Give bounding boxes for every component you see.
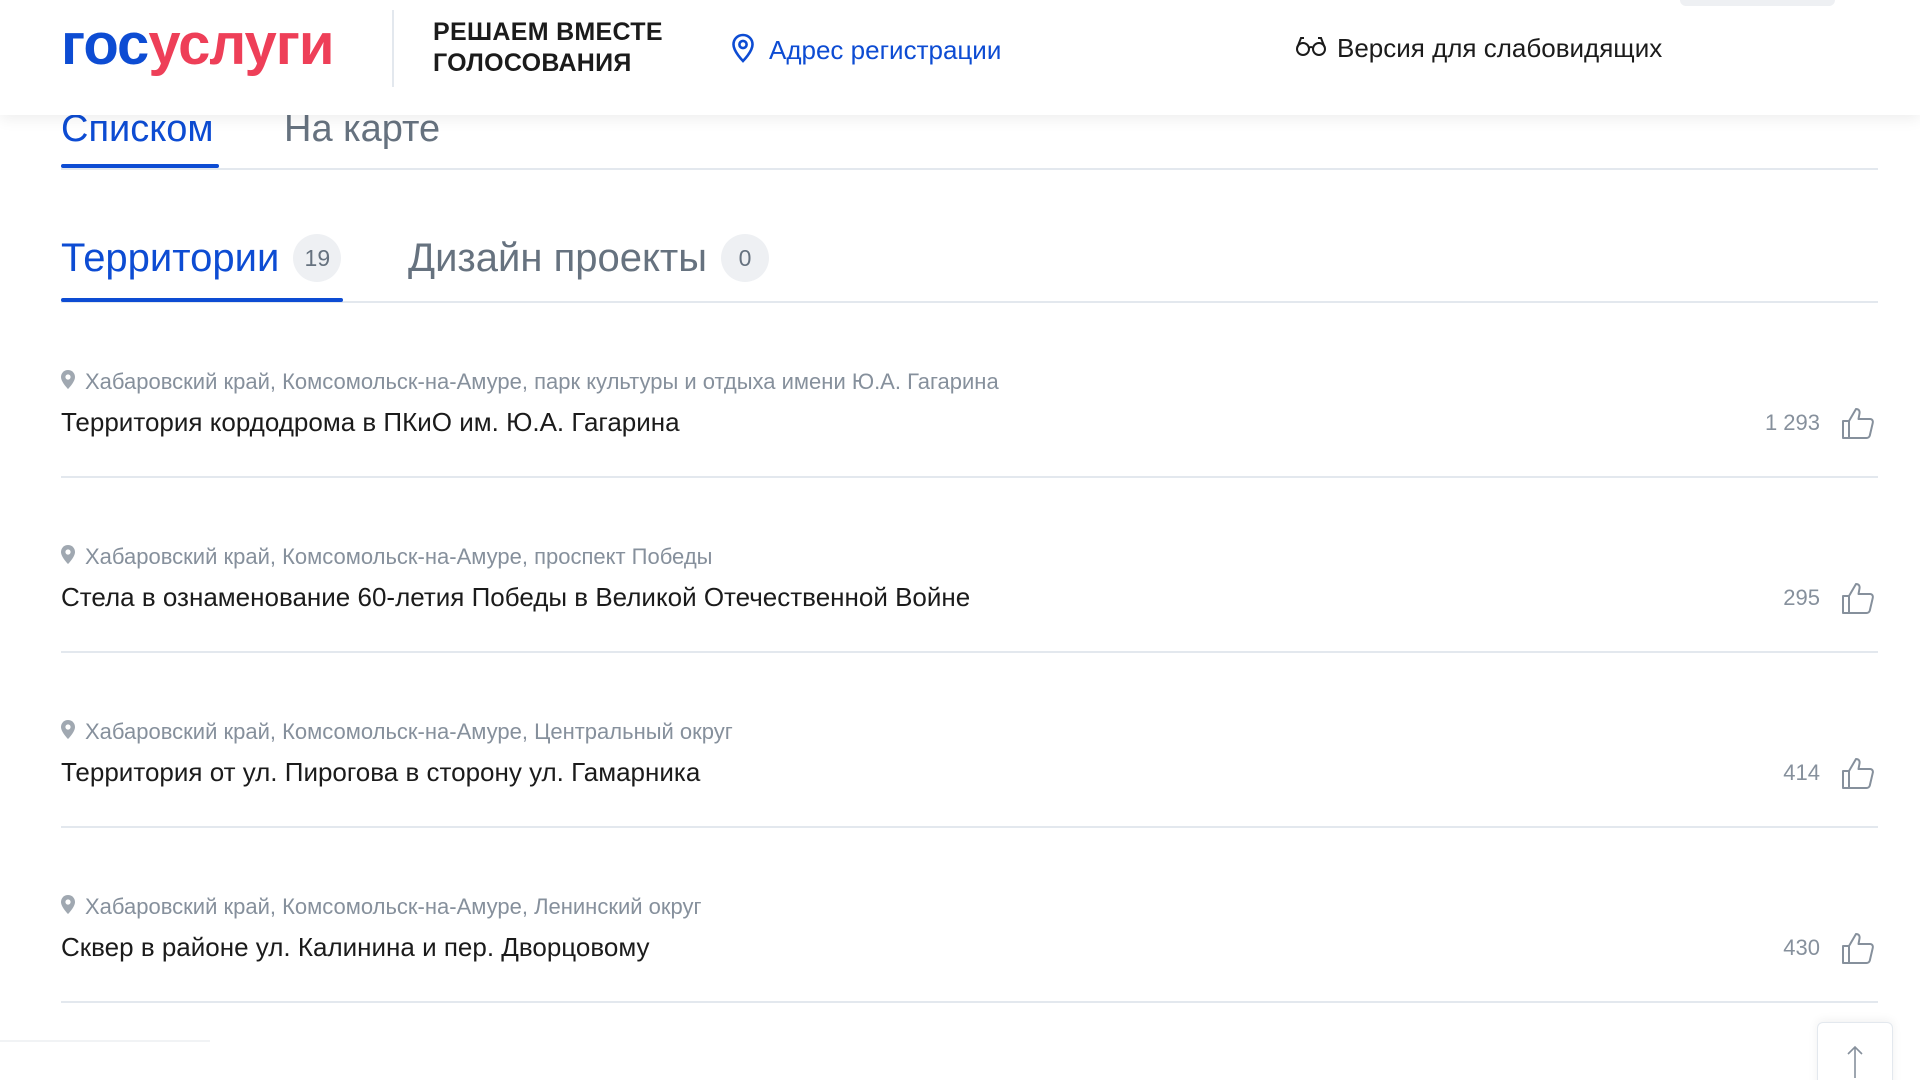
list-item[interactable]: Хабаровский край, Комсомольск-на-Амуре, …: [61, 478, 1878, 653]
registration-address-label: Адрес регистрации: [769, 35, 1002, 65]
item-location: Хабаровский край, Комсомольск-на-Амуре, …: [61, 544, 712, 570]
item-location-text: Хабаровский край, Комсомольск-на-Амуре, …: [85, 719, 733, 744]
item-location: Хабаровский край, Комсомольск-на-Амуре, …: [61, 719, 733, 745]
vote-count: 1 293: [1764, 410, 1820, 435]
vote-count: 414: [1783, 760, 1820, 785]
category-tabs: Территории 19 Дизайн проекты 0: [61, 228, 1878, 303]
item-location-text: Хабаровский край, Комсомольск-на-Амуре, …: [85, 544, 713, 569]
thumbs-up-icon[interactable]: [1838, 753, 1878, 793]
item-location: Хабаровский край, Комсомольск-на-Амуре, …: [61, 894, 702, 920]
list-item[interactable]: Хабаровский край, Комсомольск-на-Амуре, …: [61, 828, 1878, 1003]
gosuslugi-logo[interactable]: госуслуги: [61, 10, 335, 80]
item-title[interactable]: Стела в ознаменование 60-летия Победы в …: [61, 582, 970, 613]
tab-territories-label: Территории: [61, 235, 280, 280]
territories-count-badge: 19: [293, 234, 342, 282]
item-location: Хабаровский край, Комсомольск-на-Амуре, …: [61, 369, 999, 395]
tab-territories[interactable]: Территории 19: [61, 234, 342, 282]
footer-edge: [0, 1040, 210, 1042]
list-item[interactable]: Хабаровский край, Комсомольск-на-Амуре, …: [61, 653, 1878, 828]
item-title[interactable]: Сквер в районе ул. Калинина и пер. Дворц…: [61, 932, 650, 963]
slogan-line-2: ГОЛОСОВАНИЯ: [433, 49, 632, 77]
location-pin-icon: [731, 33, 755, 68]
vote-count: 430: [1783, 935, 1820, 960]
location-pin-icon: [61, 720, 75, 744]
thumbs-up-icon[interactable]: [1838, 403, 1878, 443]
list-item[interactable]: Хабаровский край, Комсомольск-на-Амуре, …: [61, 303, 1878, 478]
tab-design-projects[interactable]: Дизайн проекты 0: [408, 234, 769, 282]
vote-count: 295: [1783, 585, 1820, 610]
scroll-to-top-button[interactable]: [1817, 1022, 1893, 1080]
registration-address-link[interactable]: Адрес регистрации: [731, 33, 1001, 68]
item-title[interactable]: Территория кордодрома в ПКиО им. Ю.А. Га…: [61, 407, 680, 438]
item-votes: 430: [1783, 928, 1878, 968]
header-top-pill: [1680, 0, 1835, 6]
logo-part-gos: гос: [61, 12, 149, 77]
location-pin-icon: [61, 895, 75, 919]
category-tab-active-indicator: [61, 298, 343, 302]
thumbs-up-icon[interactable]: [1838, 578, 1878, 618]
arrow-up-icon: [1847, 1045, 1863, 1080]
logo-part-uslugi: услуги: [148, 12, 334, 77]
low-vision-version-link[interactable]: Версия для слабовидящих: [1295, 33, 1662, 64]
view-tab-active-indicator: [61, 164, 219, 168]
location-pin-icon: [61, 545, 75, 569]
item-location-text: Хабаровский край, Комсомольск-на-Амуре, …: [85, 369, 999, 394]
glasses-icon: [1295, 35, 1327, 62]
item-votes: 414: [1783, 753, 1878, 793]
header-divider: [392, 10, 394, 87]
thumbs-up-icon[interactable]: [1838, 928, 1878, 968]
design-projects-count-badge: 0: [720, 234, 769, 282]
slogan-line-1: РЕШАЕМ ВМЕСТЕ: [433, 18, 663, 46]
item-votes: 1 293: [1765, 403, 1878, 443]
item-votes: 295: [1783, 578, 1878, 618]
location-pin-icon: [61, 370, 75, 394]
low-vision-version-label: Версия для слабовидящих: [1337, 33, 1663, 63]
slogan: РЕШАЕМ ВМЕСТЕ ГОЛОСОВАНИЯ: [433, 17, 663, 79]
item-location-text: Хабаровский край, Комсомольск-на-Амуре, …: [85, 894, 702, 919]
territories-list: Хабаровский край, Комсомольск-на-Амуре, …: [61, 303, 1878, 1003]
tab-design-projects-label: Дизайн проекты: [408, 235, 707, 280]
site-header: госуслуги РЕШАЕМ ВМЕСТЕ ГОЛОСОВАНИЯ Адре…: [0, 0, 1920, 115]
item-title[interactable]: Территория от ул. Пирогова в сторону ул.…: [61, 757, 700, 788]
